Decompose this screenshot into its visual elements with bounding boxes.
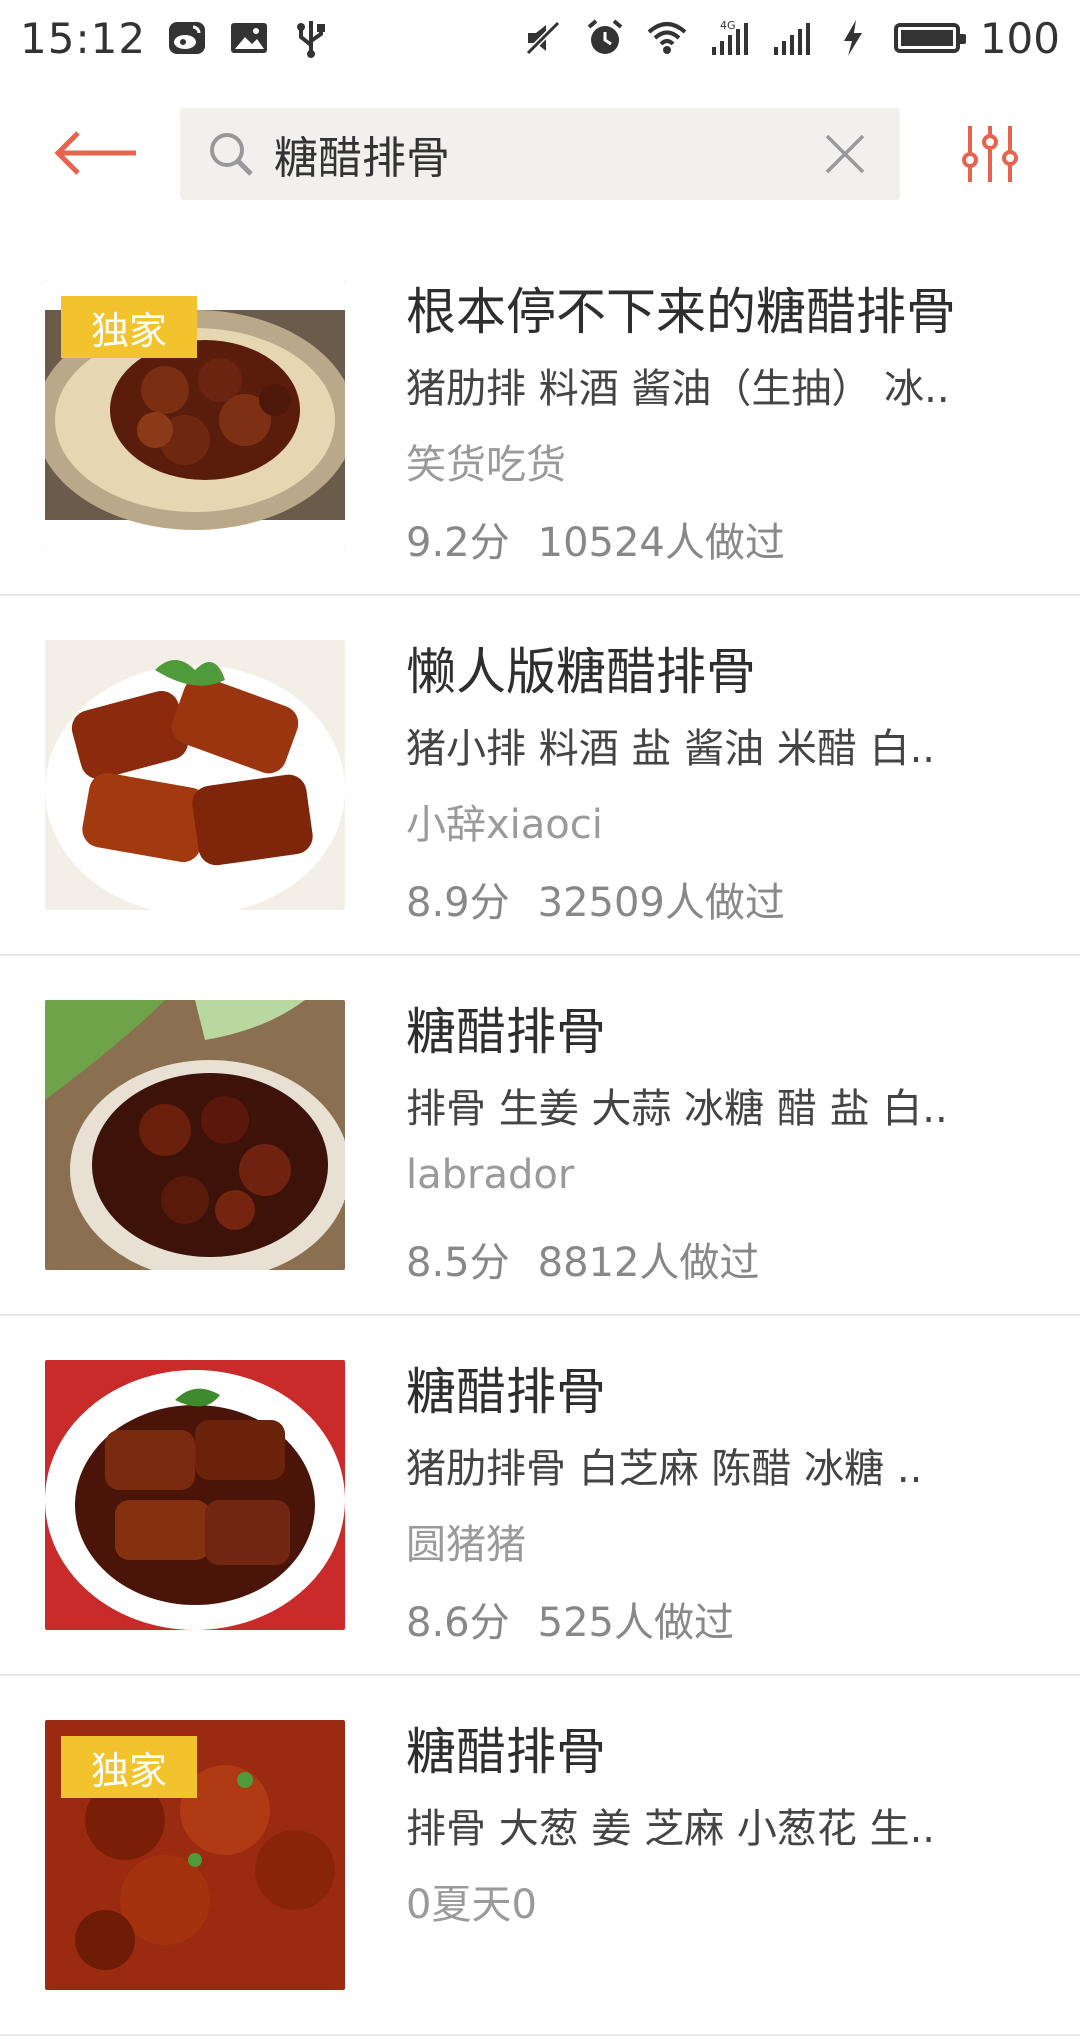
recipe-author: labrador: [406, 1152, 575, 1198]
status-left: 15:12: [20, 14, 332, 63]
signal-4g-icon: 4G: [708, 17, 750, 59]
mute-icon: [522, 17, 564, 59]
recipe-ingredients: 猪肋排骨 白芝麻 陈醋 冰糖 ..: [406, 1446, 923, 1492]
recipe-stats: 9.2分 10524人做过: [406, 510, 785, 568]
recipe-score: 9.2分: [406, 520, 510, 566]
search-query[interactable]: 糖醋排骨: [274, 122, 818, 186]
recipe-item[interactable]: 独家 根本停不下来的糖醋排骨 猪肋排 料酒 酱油（生抽） 冰.. 笑货吃货 9.…: [0, 236, 1080, 596]
image-icon: [228, 17, 270, 59]
recipe-thumbnail: 独家: [45, 280, 345, 550]
recipe-thumbnail: 独家: [45, 1720, 345, 1990]
close-icon: [825, 134, 865, 174]
recipe-author: 圆猪猪: [406, 1522, 526, 1568]
recipe-stats: 8.6分 525人做过: [406, 1590, 734, 1648]
recipe-made-count: 525人做过: [537, 1600, 734, 1646]
back-arrow-icon: [54, 131, 136, 175]
recipe-author: 小辞xiaoci: [406, 802, 603, 848]
recipe-item[interactable]: 糖醋排骨 猪肋排骨 白芝麻 陈醋 冰糖 .. 圆猪猪 8.6分 525人做过: [0, 1316, 1080, 1676]
usb-icon: [290, 17, 332, 59]
weibo-icon: [166, 17, 208, 59]
recipe-title: 懒人版糖醋排骨: [406, 643, 756, 701]
back-button[interactable]: [48, 128, 148, 178]
battery-percentage: 100: [979, 13, 1060, 63]
svg-text:4G: 4G: [720, 19, 736, 32]
search-input[interactable]: 糖醋排骨: [180, 108, 900, 200]
recipe-author: 笑货吃货: [406, 442, 566, 488]
recipe-item[interactable]: 懒人版糖醋排骨 猪小排 料酒 盐 酱油 米醋 白.. 小辞xiaoci 8.9分…: [0, 596, 1080, 956]
battery-fill: [900, 30, 953, 46]
status-time: 15:12: [20, 13, 147, 63]
recipe-title: 根本停不下来的糖醋排骨: [406, 283, 956, 341]
search-header: 糖醋排骨: [0, 76, 1080, 236]
recipe-author: 0夏天0: [406, 1882, 537, 1928]
recipe-score: 8.9分: [406, 880, 510, 926]
recipe-score: 8.6分: [406, 1600, 510, 1646]
recipe-list: 独家 根本停不下来的糖醋排骨 猪肋排 料酒 酱油（生抽） 冰.. 笑货吃货 9.…: [0, 236, 1080, 2036]
recipe-title: 糖醋排骨: [406, 1003, 606, 1061]
exclusive-badge: 独家: [61, 296, 197, 358]
recipe-title: 糖醋排骨: [406, 1723, 606, 1781]
status-right: 4G 100: [522, 14, 1060, 63]
recipe-stats: 8.9分 32509人做过: [406, 870, 785, 928]
status-bar: 15:12 4G 100: [0, 0, 1080, 76]
recipe-ingredients: 猪小排 料酒 盐 酱油 米醋 白..: [406, 726, 936, 772]
recipe-thumbnail: [45, 1360, 345, 1630]
recipe-item[interactable]: 独家 糖醋排骨 排骨 大葱 姜 芝麻 小葱花 生.. 0夏天0: [0, 1676, 1080, 2036]
recipe-made-count: 10524人做过: [537, 520, 785, 566]
wifi-icon: [646, 17, 688, 59]
recipe-thumbnail: [45, 640, 345, 910]
recipe-stats: 8.5分 8812人做过: [406, 1230, 759, 1288]
filter-button[interactable]: [960, 122, 1020, 186]
recipe-made-count: 32509人做过: [537, 880, 785, 926]
search-icon: [210, 133, 253, 176]
recipe-item[interactable]: 糖醋排骨 排骨 生姜 大蒜 冰糖 醋 盐 白.. labrador 8.5分 88…: [0, 956, 1080, 1316]
charging-icon: [832, 17, 874, 59]
clear-search-button[interactable]: [818, 127, 872, 181]
recipe-made-count: 8812人做过: [537, 1240, 760, 1286]
signal-icon: [770, 17, 812, 59]
recipe-ingredients: 排骨 大葱 姜 芝麻 小葱花 生..: [406, 1806, 936, 1852]
recipe-ingredients: 猪肋排 料酒 酱油（生抽） 冰..: [406, 366, 950, 412]
battery-icon: [893, 23, 966, 53]
recipe-ingredients: 排骨 生姜 大蒜 冰糖 醋 盐 白..: [406, 1086, 948, 1132]
recipe-title: 糖醋排骨: [406, 1363, 606, 1421]
filter-sliders-icon: [962, 126, 1018, 182]
recipe-thumbnail: [45, 1000, 345, 1270]
recipe-score: 8.5分: [406, 1240, 510, 1286]
alarm-icon: [584, 17, 626, 59]
exclusive-badge: 独家: [61, 1736, 197, 1798]
